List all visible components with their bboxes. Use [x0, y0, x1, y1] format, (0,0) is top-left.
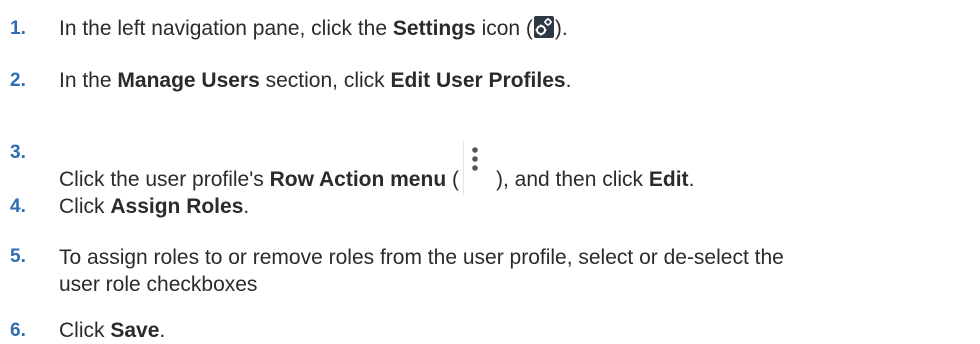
ui-term-row-action-menu: Row Action menu [269, 168, 447, 191]
step-number: 6. [10, 320, 26, 341]
step-number: 2. [10, 70, 26, 91]
step-number: 5. [10, 246, 26, 267]
step-text: Click the user profile's Row Action menu… [59, 140, 976, 196]
ui-term-settings: Settings [392, 17, 476, 40]
step-number: 3. [10, 142, 26, 163]
step-number: 4. [10, 196, 26, 217]
step-text: Click Save. [59, 319, 166, 342]
step-text: In the left navigation pane, click the S… [59, 16, 568, 40]
step-text: Click Assign Roles. [59, 195, 250, 218]
settings-gear-icon [533, 16, 554, 38]
step-text: To assign roles to or remove roles from … [59, 244, 976, 298]
ui-term-edit: Edit [648, 168, 689, 191]
step-text-line-1: To assign roles to or remove roles from … [59, 246, 784, 269]
ui-term-manage-users: Manage Users [117, 69, 260, 92]
kebab-menu-icon [462, 140, 494, 196]
ui-term-save: Save [110, 319, 160, 342]
ui-term-assign-roles: Assign Roles [110, 195, 244, 218]
step-text-line-2: user role checkboxes [59, 273, 258, 296]
step-number: 1. [10, 18, 26, 39]
step-text: In the Manage Users section, click Edit … [59, 69, 572, 92]
ui-term-edit-user-profiles: Edit User Profiles [390, 69, 566, 92]
